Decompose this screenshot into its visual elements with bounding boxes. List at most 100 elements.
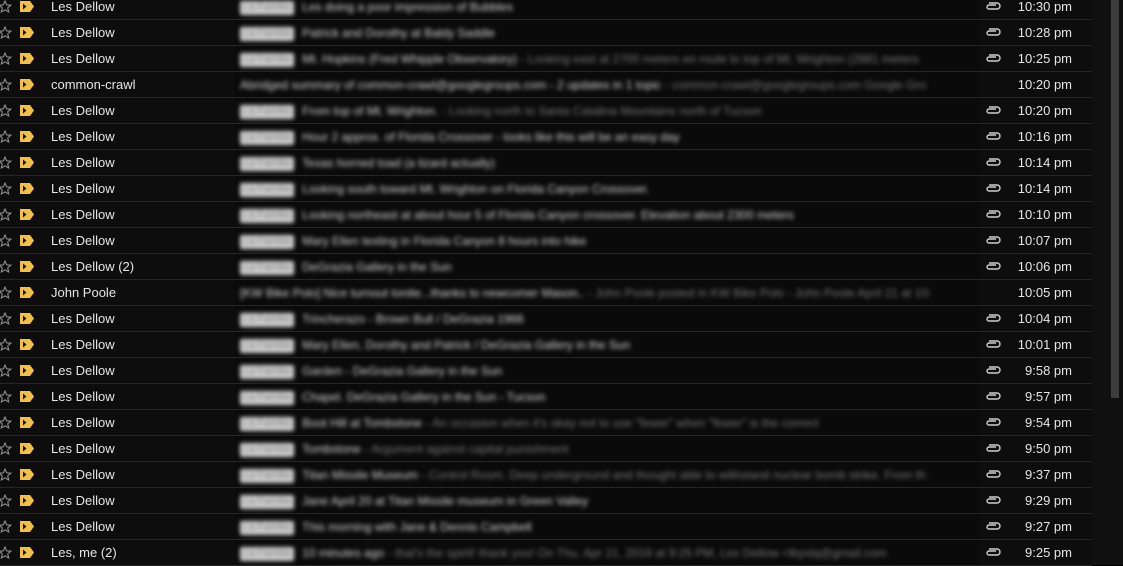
label-chip[interactable]: La Familia [240,546,295,561]
star-icon[interactable] [0,176,12,201]
star-icon[interactable] [0,280,12,305]
message-row[interactable]: Les Dellow La Familia Mary Ellen texting … [0,228,1092,254]
star-icon[interactable] [0,0,12,19]
subject-cell[interactable]: La Familia Looking south toward Mt. Wrigh… [235,176,980,201]
label-chip[interactable]: La Familia [240,442,295,457]
importance-marker-icon[interactable] [20,306,34,331]
star-icon[interactable] [0,202,12,227]
message-row[interactable]: Les Dellow La Familia Mt. Hopkins (Fred W… [0,46,1092,72]
star-icon[interactable] [0,462,12,487]
label-chip[interactable]: La Familia [240,234,295,249]
star-icon[interactable] [0,124,12,149]
star-icon[interactable] [0,332,12,357]
message-row[interactable]: Les Dellow (2) La Familia DeGrazia Galler… [0,254,1092,280]
scrollbar-thumb[interactable] [1111,0,1119,398]
subject-cell[interactable]: La Familia Patrick and Dorothy at Baldy S… [235,20,980,45]
star-icon[interactable] [0,150,12,175]
label-chip[interactable]: La Familia [240,26,295,41]
importance-marker-icon[interactable] [20,0,34,19]
message-row[interactable]: Les Dellow La Familia From top of Mt. Wri… [0,98,1092,124]
label-chip[interactable]: La Familia [240,494,295,509]
subject-cell[interactable]: La Familia DeGrazia Gallery in the Sun [235,254,980,279]
star-icon[interactable] [0,514,12,539]
subject-cell[interactable]: La Familia Looking northeast at about hou… [235,202,980,227]
label-chip[interactable]: La Familia [240,130,295,145]
star-icon[interactable] [0,358,12,383]
subject-cell[interactable]: La Familia Trincherazo - Brown Bull / DeG… [235,306,980,331]
label-chip[interactable]: La Familia [240,338,295,353]
star-icon[interactable] [0,384,12,409]
label-chip[interactable]: La Familia [240,390,295,405]
message-row[interactable]: common-crawl Abridged summary of common-… [0,72,1092,98]
message-row[interactable]: Les Dellow La Familia Patrick and Dorothy… [0,20,1092,46]
subject-cell[interactable]: La Familia Hour 2 approx. of Florida Cros… [235,124,980,149]
star-icon[interactable] [0,306,12,331]
subject-cell[interactable]: La Familia Mt. Hopkins (Fred Whipple Obse… [235,46,980,71]
message-row[interactable]: Les Dellow La Familia Garden - DeGrazia G… [0,358,1092,384]
star-icon[interactable] [0,46,12,71]
importance-marker-icon[interactable] [20,384,34,409]
star-icon[interactable] [0,228,12,253]
importance-marker-icon[interactable] [20,150,34,175]
label-chip[interactable]: La Familia [240,468,295,483]
label-chip[interactable]: La Familia [240,312,295,327]
message-row[interactable]: Les Dellow La Familia Mary Ellen, Dorothy… [0,332,1092,358]
star-icon[interactable] [0,254,12,279]
message-row[interactable]: John Poole [KW Bike Polo] Nice turnout t… [0,280,1092,306]
scrollbar[interactable] [1092,0,1123,565]
subject-cell[interactable]: La Familia From top of Mt. Wrighton. - Lo… [235,98,980,123]
subject-cell[interactable]: La Familia This morning with Jane & Denni… [235,514,980,539]
label-chip[interactable]: La Familia [240,260,295,275]
importance-marker-icon[interactable] [20,332,34,357]
label-chip[interactable]: La Familia [240,182,295,197]
importance-marker-icon[interactable] [20,254,34,279]
importance-marker-icon[interactable] [20,98,34,123]
importance-marker-icon[interactable] [20,72,34,97]
subject-cell[interactable]: [KW Bike Polo] Nice turnout tonite...tha… [235,280,980,305]
label-chip[interactable]: La Familia [240,156,295,171]
label-chip[interactable]: La Familia [240,416,295,431]
star-icon[interactable] [0,436,12,461]
importance-marker-icon[interactable] [20,124,34,149]
importance-marker-icon[interactable] [20,540,34,565]
message-row[interactable]: Les Dellow La Familia Jane April 20 at Ti… [0,488,1092,514]
label-chip[interactable]: La Familia [240,0,295,15]
importance-marker-icon[interactable] [20,228,34,253]
label-chip[interactable]: La Familia [240,364,295,379]
subject-cell[interactable]: La Familia Chapel. DeGrazia Gallery in th… [235,384,980,409]
subject-cell[interactable]: La Familia Texas horned toad (a lizard ac… [235,150,980,175]
subject-cell[interactable]: La Familia Garden - DeGrazia Gallery in t… [235,358,980,383]
message-row[interactable]: Les Dellow La Familia This morning with J… [0,514,1092,540]
importance-marker-icon[interactable] [20,514,34,539]
message-row[interactable]: Les Dellow La Familia Looking northeast a… [0,202,1092,228]
importance-marker-icon[interactable] [20,462,34,487]
label-chip[interactable]: La Familia [240,520,295,535]
importance-marker-icon[interactable] [20,436,34,461]
star-icon[interactable] [0,540,12,565]
star-icon[interactable] [0,410,12,435]
message-row[interactable]: Les Dellow La Familia Hour 2 approx. of F… [0,124,1092,150]
message-row[interactable]: Les Dellow La Familia Trincherazo - Brown… [0,306,1092,332]
message-row[interactable]: Les Dellow La Familia Tombstone - Argumen… [0,436,1092,462]
subject-cell[interactable]: La Familia Tombstone - Argument against c… [235,436,980,461]
importance-marker-icon[interactable] [20,202,34,227]
star-icon[interactable] [0,98,12,123]
subject-cell[interactable]: La Familia Boot Hill at Tombstone - An oc… [235,410,980,435]
subject-cell[interactable]: La Familia 10 minutes ago - that's the sp… [235,540,980,565]
importance-marker-icon[interactable] [20,488,34,513]
importance-marker-icon[interactable] [20,46,34,71]
message-row[interactable]: Les Dellow La Familia Texas horned toad (… [0,150,1092,176]
importance-marker-icon[interactable] [20,280,34,305]
importance-marker-icon[interactable] [20,176,34,201]
subject-cell[interactable]: La Familia Jane April 20 at Titan Missile… [235,488,980,513]
message-row[interactable]: Les Dellow La Familia Boot Hill at Tombst… [0,410,1092,436]
subject-cell[interactable]: La Familia Les doing a poor impression of… [235,0,980,19]
subject-cell[interactable]: La Familia Titan Missile Museum - Control… [235,462,980,487]
message-row[interactable]: Les Dellow La Familia Titan Missile Museu… [0,462,1092,488]
star-icon[interactable] [0,488,12,513]
subject-cell[interactable]: Abridged summary of common-crawl@googleg… [235,72,980,97]
label-chip[interactable]: La Familia [240,52,295,67]
importance-marker-icon[interactable] [20,358,34,383]
label-chip[interactable]: La Familia [240,208,295,223]
subject-cell[interactable]: La Familia Mary Ellen texting in Florida … [235,228,980,253]
